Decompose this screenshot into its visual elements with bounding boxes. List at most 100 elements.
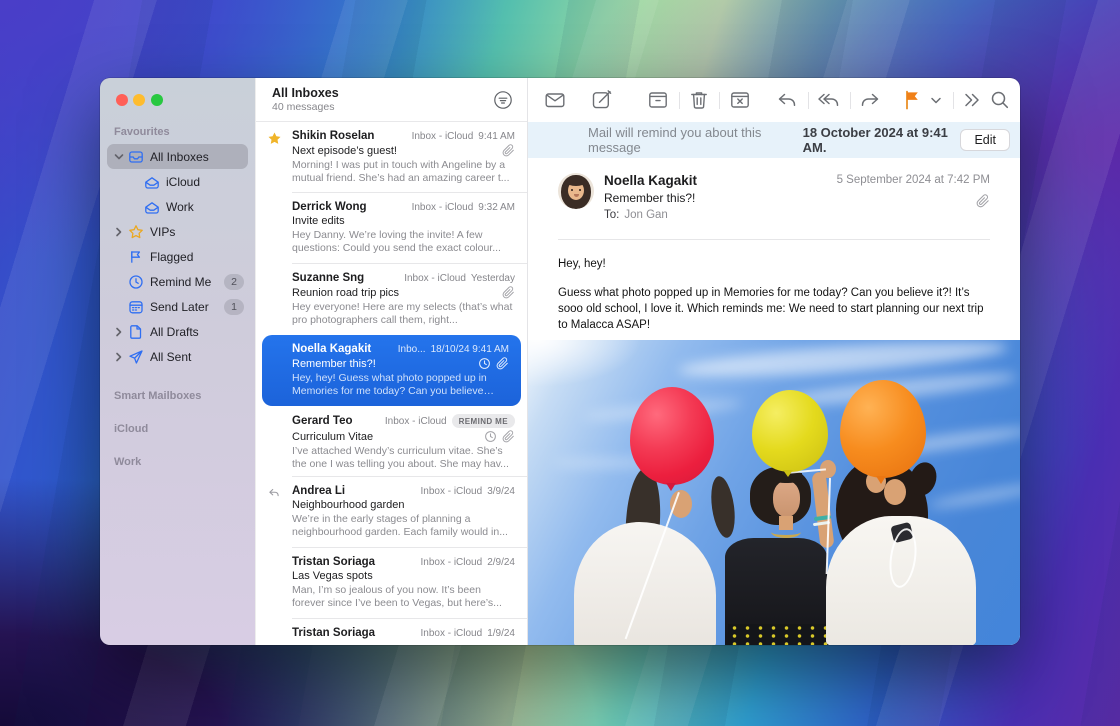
sidebar-item-label: Remind Me [150, 275, 211, 289]
sidebar-item-icloud-inbox[interactable]: iCloud [100, 169, 255, 194]
minimize-window-button[interactable] [133, 94, 145, 106]
flag-icon [128, 249, 144, 265]
message-row[interactable]: Suzanne SngInbox - iCloudYesterday Reuni… [256, 264, 527, 335]
reminder-clock-icon [478, 357, 491, 370]
orange-balloon-knot [876, 476, 886, 484]
message-sender: Gerard Teo [292, 415, 379, 427]
message-subject: Invite edits [292, 215, 515, 227]
chevron-down-icon[interactable] [114, 152, 124, 162]
paperclip-icon [496, 357, 509, 370]
message-list: All Inboxes 40 messages Shikin Roselan In… [255, 78, 528, 645]
chevron-right-icon[interactable] [114, 227, 124, 237]
message-subject-line: Remember this?! [604, 191, 695, 205]
reply-all-icon[interactable] [817, 88, 841, 112]
close-window-button[interactable] [116, 94, 128, 106]
message-preview: Hey everyone! Here are my selects (that’… [292, 301, 515, 327]
sidebar: Favourites All Inboxes iCloud Work VIPs [100, 78, 255, 645]
sidebar-item-send-later[interactable]: Send Later 1 [100, 294, 255, 319]
sidebar-item-all-sent[interactable]: All Sent [100, 344, 255, 369]
chevron-right-icon[interactable] [114, 327, 124, 337]
compose-icon[interactable] [590, 88, 614, 112]
message-row-selected[interactable]: Noella KagakitInbo...18/10/24 9:41 AM Re… [262, 335, 521, 406]
sidebar-item-vips[interactable]: VIPs [100, 219, 255, 244]
flag-icon[interactable] [901, 88, 925, 112]
message-row[interactable]: Gerard TeoInbox - iCloudREMIND ME Curric… [256, 406, 527, 477]
junk-icon[interactable] [728, 88, 752, 112]
message-row[interactable]: Tristan SoriagaInbox - iCloud2/9/24 Las … [256, 548, 527, 619]
message-time: 9:32 AM [478, 202, 515, 213]
message-preview: I’ve attached Wendy’s curriculum vitae. … [292, 445, 515, 471]
sidebar-item-label: Work [166, 200, 194, 214]
message-mailbox: Inbox - iCloud [412, 202, 474, 213]
left-woman-hair [708, 475, 738, 539]
message-preview: Hey, hey! Guess what photo popped up in … [292, 372, 509, 398]
paper-plane-icon [128, 349, 144, 365]
message-subject: Neighbourhood garden [292, 499, 515, 511]
desktop-wallpaper: Favourites All Inboxes iCloud Work VIPs [0, 0, 1120, 726]
chevron-right-icon[interactable] [114, 352, 124, 362]
flag-options-chevron-icon[interactable] [930, 88, 944, 112]
icloud-section-label: iCloud [100, 423, 255, 435]
sidebar-item-flagged[interactable]: Flagged [100, 244, 255, 269]
clock-icon [128, 274, 144, 290]
message-subject: Remember this?! [292, 358, 473, 370]
reminder-banner-datetime: 18 October 2024 at 9:41 AM. [803, 125, 961, 155]
sender-avatar[interactable] [558, 173, 594, 209]
red-balloon [630, 387, 714, 485]
flagged-star-icon [267, 131, 282, 146]
red-balloon-knot [666, 483, 676, 491]
message-mailbox: Inbox - iCloud [420, 486, 482, 497]
right-woman-hand [884, 479, 906, 505]
sidebar-item-all-inboxes[interactable]: All Inboxes [107, 144, 248, 169]
message-sender: Derrick Wong [292, 201, 406, 213]
reading-pane: Mail will remind you about this message … [528, 78, 1020, 645]
message-list-header: All Inboxes 40 messages [256, 78, 527, 122]
message-row[interactable]: Tristan SoriagaInbox - iCloud1/9/24 [256, 619, 527, 645]
cloud [928, 480, 1020, 512]
more-toolbar-items-icon[interactable] [960, 88, 984, 112]
message-mailbox: Inbo... [398, 344, 426, 355]
paperclip-icon [502, 286, 515, 299]
zoom-window-button[interactable] [151, 94, 163, 106]
message-row[interactable]: Shikin RoselanInbox - iCloud9:41 AM Next… [256, 122, 527, 193]
sidebar-item-label: VIPs [150, 225, 175, 239]
message-preview: We’re in the early stages of planning a … [292, 513, 515, 539]
message-subject: Next episode’s guest! [292, 145, 497, 157]
sidebar-item-label: iCloud [166, 175, 200, 189]
message-sender-name: Noella Kagakit [604, 173, 697, 188]
reply-icon[interactable] [775, 88, 799, 112]
sidebar-item-work-inbox[interactable]: Work [100, 194, 255, 219]
message-preview: Morning! I was put in touch with Angelin… [292, 159, 515, 185]
unread-envelope-icon[interactable] [543, 88, 567, 112]
all-inboxes-tray-icon [128, 149, 144, 165]
message-row[interactable]: Andrea LiInbox - iCloud3/9/24 Neighbourh… [256, 477, 527, 548]
attachment-photo[interactable] [528, 340, 1020, 645]
archive-icon[interactable] [646, 88, 670, 112]
yellow-balloon-knot [783, 470, 793, 477]
edit-reminder-button[interactable]: Edit [960, 129, 1010, 151]
message-rows: Shikin RoselanInbox - iCloud9:41 AM Next… [256, 122, 527, 645]
forward-icon[interactable] [858, 88, 882, 112]
mailbox-title: All Inboxes [272, 86, 527, 100]
message-row[interactable]: Derrick Wong Inbox - iCloud 9:32 AM Invite… [256, 193, 527, 264]
sidebar-item-all-drafts[interactable]: All Drafts [100, 319, 255, 344]
sidebar-item-remind-me[interactable]: Remind Me 2 [100, 269, 255, 294]
message-subject: Curriculum Vitae [292, 431, 479, 443]
sidebar-item-label: All Drafts [150, 325, 199, 339]
reminder-banner: Mail will remind you about this message … [528, 122, 1020, 158]
body-greeting: Hey, hey! [558, 256, 990, 272]
message-time: 3/9/24 [487, 486, 515, 497]
filter-icon[interactable] [492, 89, 514, 111]
sidebar-item-label: All Inboxes [150, 150, 209, 164]
message-sender: Shikin Roselan [292, 130, 406, 142]
replied-arrow-icon [267, 486, 282, 501]
inbox-icon [144, 199, 160, 215]
message-time: Yesterday [471, 273, 515, 284]
message-subject: Reunion road trip pics [292, 287, 497, 299]
message-mailbox: Inbox - iCloud [412, 131, 474, 142]
trash-icon[interactable] [687, 88, 711, 112]
to-recipient[interactable]: Jon Gan [624, 209, 667, 221]
middle-woman-necklace [771, 526, 801, 538]
search-icon[interactable] [988, 88, 1012, 112]
orange-balloon [840, 380, 926, 478]
